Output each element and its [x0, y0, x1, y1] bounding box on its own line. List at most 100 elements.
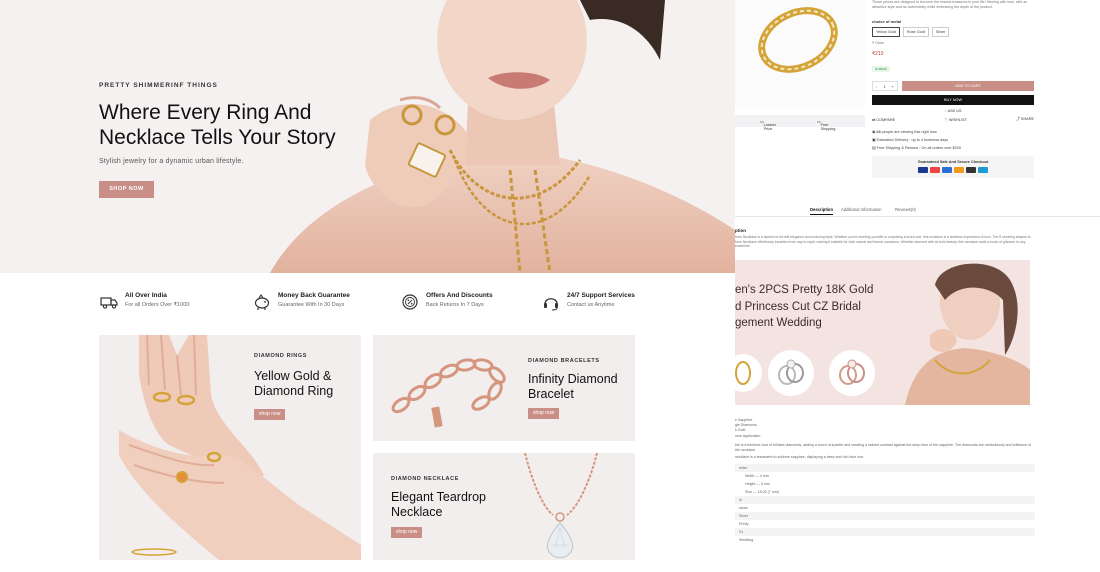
- hero-title: Where Every Ring And Necklace Tells Your…: [99, 100, 379, 150]
- mastercard-icon: [930, 167, 940, 173]
- spec-row: ld: [735, 496, 1035, 505]
- shipping-line: ▤ Free Shipping & Returns : On all order…: [872, 145, 1034, 150]
- spec-row: Silver: [735, 512, 1035, 521]
- banner-diamond-bracelets[interactable]: DIAMOND BRACELETS Infinity Diamond Brace…: [373, 335, 635, 441]
- viewing-text: people are viewing this right now: [881, 130, 937, 134]
- buy-now-button[interactable]: BUY NOW: [872, 95, 1034, 105]
- share-label: SHARE: [1020, 117, 1034, 121]
- banner-diamond-rings[interactable]: DIAMOND RINGS Yellow Gold & Diamond Ring…: [99, 335, 361, 560]
- storefront-page: PRETTY SHIMMERINF THINGS Where Every Rin…: [0, 0, 1100, 572]
- feature-guarantee: Money Back Guarantee Guarantee With In 3…: [252, 292, 350, 312]
- share-link[interactable]: ⤴ SHARE: [1016, 117, 1034, 122]
- cart-row: - 1 + ADD TO CART: [872, 81, 1034, 91]
- feature-title: Money Back Guarantee: [278, 292, 350, 299]
- benefits-strip: ▭ Lowest Price ▭ Free Shipping: [735, 115, 865, 131]
- product-info-column: These pieces are designed to become the …: [872, 0, 1034, 178]
- banner-title-line-1: Elegant Teardrop: [391, 490, 486, 504]
- spec-row: neter: [735, 464, 1035, 473]
- feature-subtitle: Back Returns In 7 Days: [426, 302, 484, 308]
- description-text: Intro Necklace is a symbol of all real e…: [735, 235, 1031, 248]
- delivery-text: Estimated Delivery : up to 4 business da…: [876, 138, 949, 142]
- checkout-title: Guaranteed Safe And Secure Checkout: [917, 160, 989, 164]
- feature-subtitle: For all Orders Over ₹1000: [125, 302, 190, 308]
- shop-bracelets-button[interactable]: shop now: [528, 408, 560, 419]
- product-tabs: Description Additional Information Revie…: [735, 204, 1100, 217]
- banner-title: Elegant Teardrop Necklace: [391, 490, 486, 520]
- spec-paragraph: ble is a timeless look of brilliant diam…: [735, 442, 1031, 453]
- lowest-price-label: ▭ Lowest Price: [760, 120, 776, 131]
- product-main-image: [735, 0, 865, 108]
- stock-badge: in stock: [872, 66, 890, 72]
- quantity-stepper[interactable]: - 1 +: [872, 81, 898, 91]
- teardrop-necklace-image: [524, 453, 598, 558]
- hero-subtitle: Stylish jewelry for a dynamic urban life…: [99, 158, 244, 165]
- tab-additional-information[interactable]: Additional Information: [841, 207, 882, 212]
- metal-options: Yellow Gold Rose Gold Silver: [872, 27, 1034, 37]
- amex-icon: [942, 167, 952, 173]
- feature-subtitle: Contact us Anytime: [567, 302, 615, 308]
- shop-necklace-button[interactable]: shop now: [391, 527, 423, 538]
- spec-row: Pretty: [739, 522, 749, 527]
- spec-line: ome Application: [735, 433, 761, 438]
- feature-offers: Offers And Discounts Back Returns In 7 D…: [400, 292, 493, 312]
- spec-row: Wedding: [739, 538, 754, 543]
- shop-rings-button[interactable]: shop now: [254, 409, 286, 420]
- delivery-line: ▣ Estimated Delivery : up to 4 business …: [872, 137, 1034, 142]
- banner-title-line-2: Bracelet: [528, 387, 574, 401]
- specifications-section: e Sapphire gle Diamonds k Gold ome Appli…: [735, 418, 1035, 544]
- tab-reviews[interactable]: Reviews(0): [895, 207, 916, 212]
- wishlist-link[interactable]: ♡ WISHLIST: [944, 117, 966, 122]
- tab-description[interactable]: Description: [810, 207, 834, 215]
- lowest-price-text: Lowest Price: [763, 123, 776, 131]
- description-heading: ption: [735, 228, 746, 233]
- piggy-bank-icon: [252, 292, 272, 312]
- spec-row: S1: [735, 528, 1035, 537]
- compare-link[interactable]: ⇄ COMPARE: [872, 117, 895, 122]
- spec-row: Width — 4 mm: [745, 474, 769, 479]
- ask-us-link[interactable]: ◌ ASK US: [872, 109, 1034, 113]
- banner-eyebrow: DIAMOND BRACELETS: [528, 358, 600, 364]
- product-intro: These pieces are designed to become the …: [872, 0, 1028, 9]
- description-section: ption Intro Necklace is a symbol of all …: [735, 228, 1035, 249]
- feature-subtitle: Guarantee With In 30 Days: [278, 302, 345, 308]
- discount-icon: [400, 292, 420, 312]
- metal-option-rose-gold[interactable]: Rose Gold: [902, 27, 929, 37]
- feature-support: 24/7 Support Services Contact us Anytime: [541, 292, 635, 312]
- promo-banner: en's 2PCS Pretty 18K Gold d Princess Cut…: [735, 260, 1030, 405]
- carat-label: ₹ Glam: [872, 41, 884, 45]
- product-price: ₹210: [872, 51, 884, 57]
- feature-title: 24/7 Support Services: [567, 292, 635, 299]
- shop-now-button[interactable]: SHOP NOW: [99, 181, 154, 198]
- viewing-line: ◉ 24 people are viewing this right now: [872, 129, 1034, 134]
- secure-checkout-box: Guaranteed Safe And Secure Checkout: [872, 156, 1034, 178]
- product-actions: ⇄ COMPARE ♡ WISHLIST ⤴ SHARE: [872, 117, 1034, 122]
- add-to-cart-button[interactable]: ADD TO CART: [902, 81, 1034, 91]
- qty-plus-button[interactable]: +: [892, 84, 894, 89]
- banner-title: Infinity Diamond Bracelet: [528, 372, 618, 402]
- hero-text-block: PRETTY SHIMMERINF THINGS Where Every Rin…: [99, 82, 379, 198]
- free-shipping-label: ▭ Free Shipping: [817, 120, 836, 131]
- spec-table: neter Width — 4 mm Height — 5 mm Size — …: [735, 464, 1035, 544]
- feature-title: All Over India: [125, 292, 167, 299]
- banner-diamond-necklace[interactable]: DIAMOND NECKLACE Elegant Teardrop Neckla…: [373, 453, 635, 560]
- promo-model-and-rings-image: [735, 263, 1030, 405]
- headset-icon: [541, 292, 561, 312]
- metal-option-yellow-gold[interactable]: Yellow Gold: [872, 27, 900, 37]
- banner-title-line-1: Yellow Gold &: [254, 369, 332, 383]
- spec-row: Size — 18.00 (7 mm): [745, 490, 779, 495]
- free-shipping-text: Free Shipping: [820, 123, 836, 131]
- discover-icon: [954, 167, 964, 173]
- hero-eyebrow: PRETTY SHIMMERINF THINGS: [99, 82, 218, 89]
- wishlist-label: WISHLIST: [948, 118, 967, 122]
- visa-icon: [918, 167, 928, 173]
- payment-cards: [872, 167, 1034, 173]
- banner-title-line-2: Necklace: [391, 505, 443, 519]
- banner-title-line-1: Infinity Diamond: [528, 372, 618, 386]
- metal-option-silver[interactable]: Silver: [931, 27, 950, 37]
- banner-title: Yellow Gold & Diamond Ring: [254, 369, 333, 399]
- spec-row: stone: [739, 506, 748, 511]
- feature-strip: All Over India For all Orders Over ₹1000…: [99, 292, 659, 314]
- hero-title-line-1: Where Every Ring And: [99, 101, 312, 124]
- banner-eyebrow: DIAMOND RINGS: [254, 353, 308, 359]
- qty-minus-button[interactable]: -: [876, 84, 877, 89]
